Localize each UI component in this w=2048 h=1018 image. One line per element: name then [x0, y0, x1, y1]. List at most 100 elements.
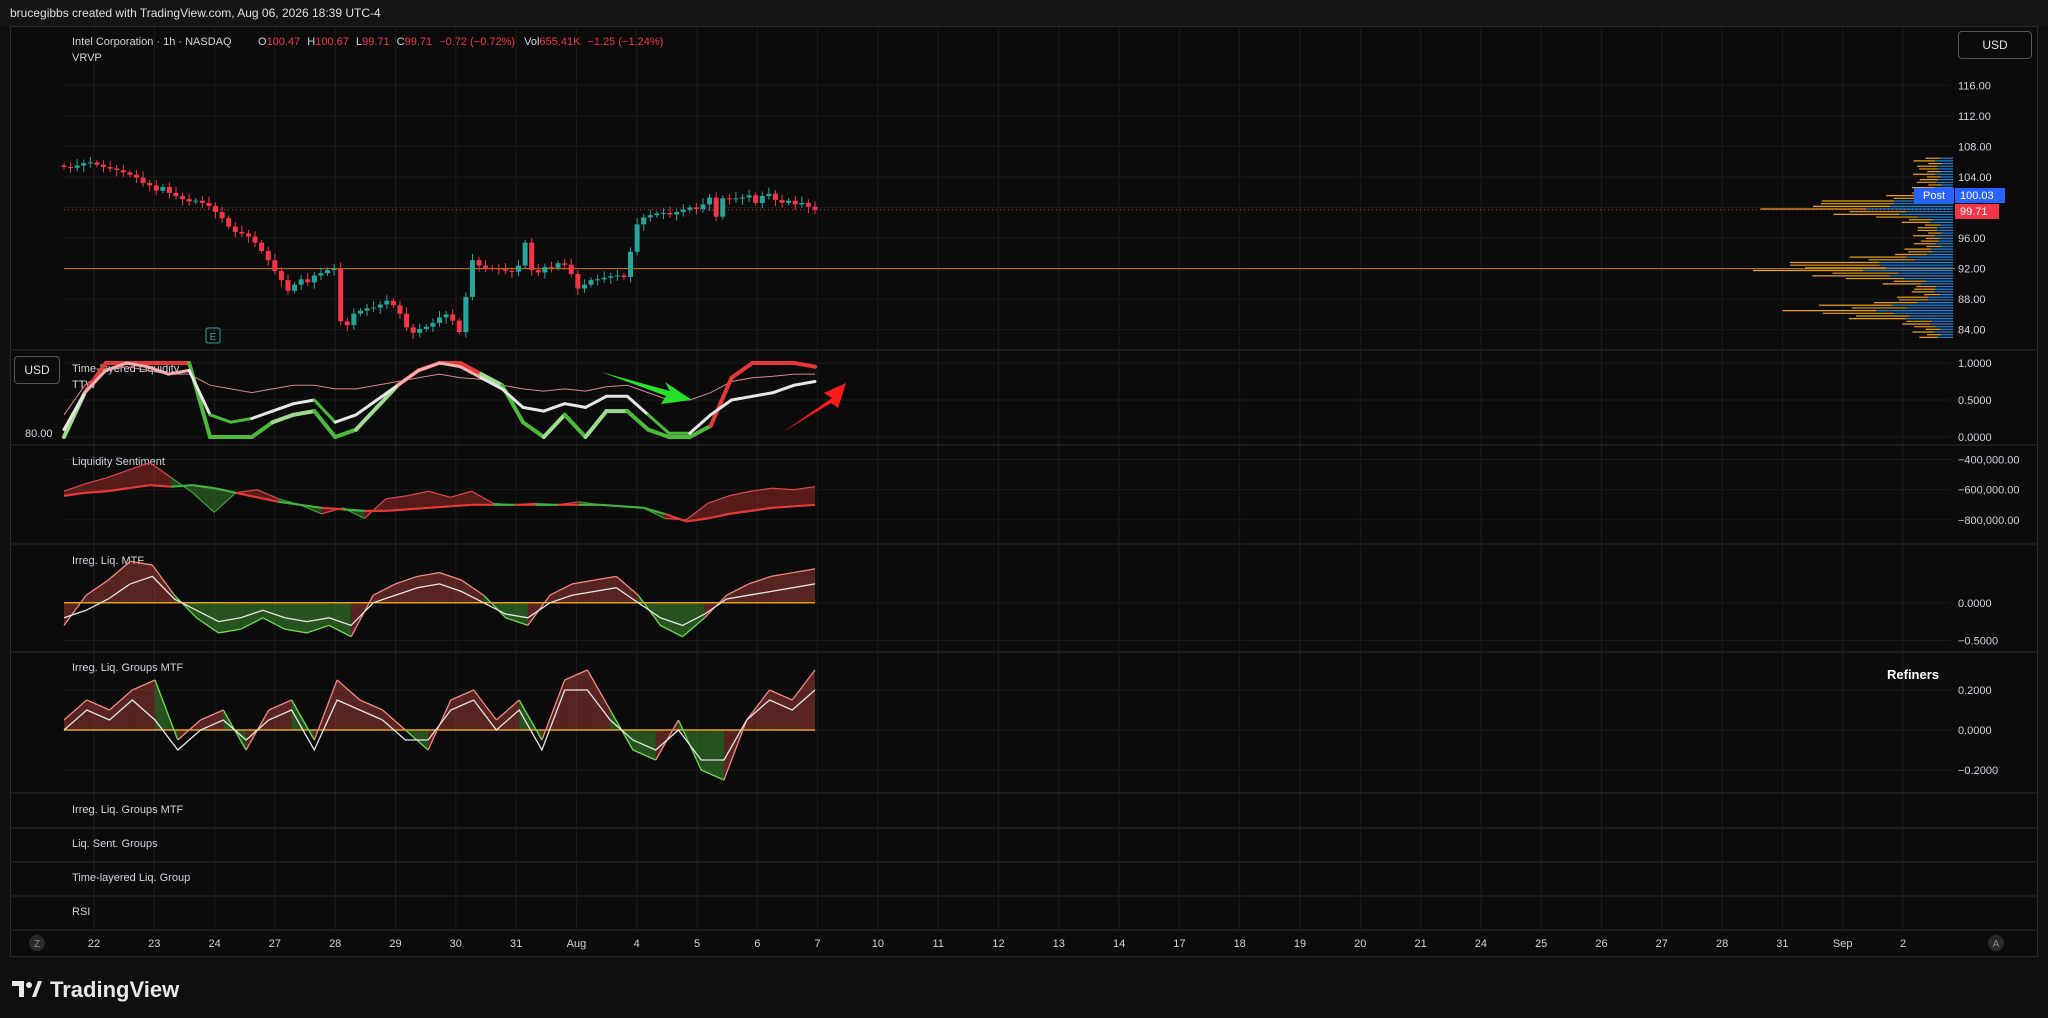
candle-body — [463, 296, 469, 333]
red-arrow-annotation — [783, 383, 846, 432]
candle-body — [173, 192, 179, 197]
candle-body — [226, 218, 232, 227]
tll-left-label: 80.00 — [25, 428, 53, 440]
earnings-marker[interactable]: E — [205, 327, 221, 344]
irr-fill-segment — [240, 602, 263, 630]
irrg-fill-segment — [473, 690, 497, 730]
irr-series — [63, 560, 816, 638]
ls-tick-label: −800,000.00 — [1958, 515, 2019, 527]
irr-axis: 0.0000 −0.5000 — [1958, 598, 1998, 648]
refiners-label: Refiners — [1887, 667, 1939, 682]
collapsed-pane-4[interactable]: RSI — [72, 906, 90, 918]
time-tick-label: 10 — [872, 938, 884, 950]
price-tick-label: 112.00 — [1958, 111, 1991, 123]
tll-series-2-segment — [291, 398, 316, 406]
candle-body — [805, 202, 811, 207]
candle-body — [614, 275, 620, 277]
ls-series-2-segment — [793, 503, 816, 508]
collapsed-pane-3[interactable]: Time-layered Liq. Group — [72, 872, 190, 884]
tll-series-2-segment — [396, 368, 421, 387]
tll-series-1-segment — [354, 405, 379, 432]
candle-body — [278, 270, 284, 281]
candle-body — [437, 317, 442, 323]
time-tick-label: 29 — [389, 938, 401, 950]
time-tick-label: 23 — [148, 938, 160, 950]
green-arrow-annotation — [601, 372, 692, 404]
candle-body — [351, 313, 357, 326]
tll-currency-button[interactable]: USD — [14, 356, 60, 384]
candle-body — [404, 313, 410, 328]
currency-button[interactable]: USD — [1958, 31, 2032, 59]
tll-series-1-segment — [291, 409, 317, 417]
earnings-letter: E — [210, 332, 217, 343]
candle-body — [325, 270, 331, 274]
time-tick-label: 24 — [208, 938, 220, 950]
irrg-fill-segment — [132, 680, 156, 730]
candle-body — [469, 260, 475, 297]
l-value: 99.71 — [362, 36, 390, 48]
time-axis[interactable]: 22 23 24 27 28 29 30 31 Aug 4 5 6 7 10 11 12 13 14 17 18 19 2… — [88, 938, 1906, 950]
z-button[interactable]: Z — [34, 939, 40, 950]
time-tick-label: 7 — [815, 938, 821, 950]
change-value: −0.72 (−0.72%) — [439, 36, 515, 48]
time-tick-label: 12 — [992, 938, 1004, 950]
tll-series-1-segment — [520, 420, 546, 439]
o-value: 100.47 — [267, 36, 301, 48]
time-tick-label: 21 — [1414, 938, 1426, 950]
candle-body — [700, 204, 706, 210]
tll-tick-label: 1.0000 — [1958, 358, 1992, 370]
price-tick-label: 96.00 — [1958, 233, 1986, 245]
candle-body — [660, 212, 666, 214]
tll-series-2-segment — [563, 402, 588, 409]
chart-svg[interactable]: Intel Corporation · 1h · NASDAQ O100.47 … — [0, 0, 2048, 1018]
tll-series-2-segment — [542, 402, 567, 413]
candle-body — [555, 263, 561, 268]
irrg-fill-segment — [701, 730, 724, 780]
time-tick-label: 28 — [329, 938, 341, 950]
candle-body — [483, 265, 489, 268]
ls-series-2-segment — [342, 508, 365, 512]
candle-body — [529, 242, 535, 271]
candle-body — [377, 304, 383, 308]
candle-body — [94, 162, 100, 165]
time-tick-label: Aug — [567, 938, 587, 950]
irr-fill-segment — [86, 580, 109, 603]
candle-body — [772, 193, 778, 200]
candles — [61, 157, 1950, 340]
tll-series-1-segment — [541, 412, 567, 439]
candle-body — [601, 277, 607, 280]
collapsed-pane-1[interactable]: Irreg. Liq. Groups MTF — [72, 804, 184, 816]
brand-logo[interactable]: TradingView — [12, 977, 179, 1003]
time-tick-label: 18 — [1234, 938, 1246, 950]
candle-body — [713, 197, 719, 217]
irrg-fill-segment — [450, 690, 474, 730]
irrg-fill-segment — [200, 710, 224, 730]
a-button[interactable]: A — [1993, 939, 2000, 950]
irrg-fill-segment — [64, 700, 87, 730]
irr-tick-label: 0.0000 — [1958, 598, 1992, 610]
candle-body — [621, 275, 627, 278]
symbol-name[interactable]: Intel Corporation · 1h · NASDAQ — [72, 36, 232, 48]
candle-body — [726, 198, 732, 200]
tll-series-2-segment — [250, 409, 275, 420]
candle-body — [285, 280, 291, 291]
candle-body — [259, 242, 265, 252]
tll-series-2-segment — [187, 368, 212, 417]
candle-body — [298, 279, 304, 285]
irr-tick-label: −0.5000 — [1958, 635, 1998, 647]
time-tick-label: 20 — [1354, 938, 1366, 950]
time-tick-label: 31 — [510, 938, 522, 950]
candle-body — [410, 327, 416, 333]
candle-body — [101, 164, 107, 168]
irrg-title[interactable]: Irreg. Liq. Groups MTF — [72, 662, 184, 674]
collapsed-pane-2[interactable]: Liq. Sent. Groups — [72, 838, 158, 850]
candle-body — [311, 275, 317, 283]
irr-fill-segment — [262, 602, 285, 630]
vrvp-label[interactable]: VRVP — [72, 52, 102, 64]
grid — [64, 28, 1950, 930]
ls-axis: −400,000.00 −600,000.00 −800,000.00 — [1958, 455, 2019, 527]
candle-body — [634, 224, 640, 252]
tll-series-2-segment — [750, 391, 775, 398]
ls-series-2-segment — [278, 500, 301, 506]
time-tick-label: 30 — [450, 938, 462, 950]
